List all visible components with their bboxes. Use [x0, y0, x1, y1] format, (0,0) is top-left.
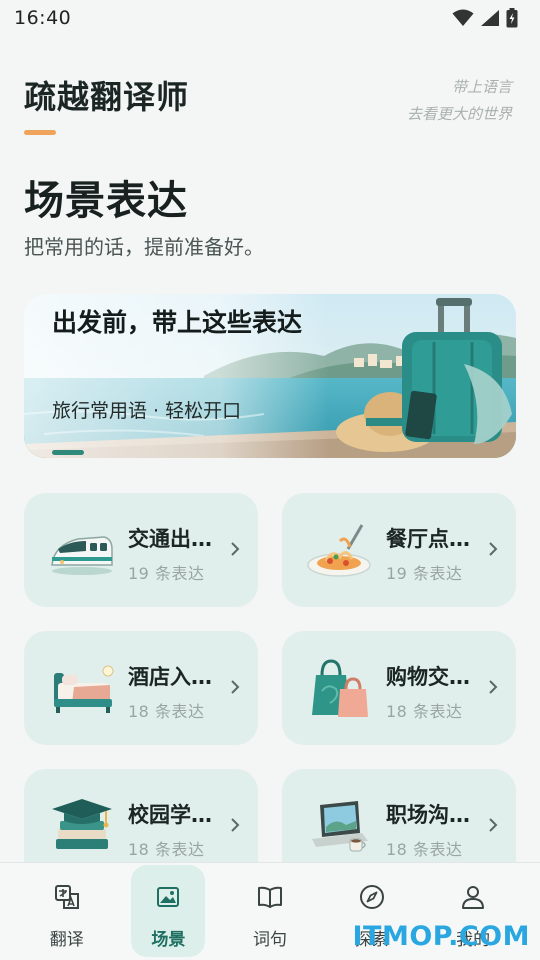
scene-title: 购物交…: [386, 665, 470, 689]
scene-card-shopping[interactable]: 购物交… 18 条表达: [282, 631, 516, 745]
pasta-icon: [307, 524, 371, 577]
slogan: 带上语言 去看更大的世界: [407, 74, 512, 128]
watermark: ITMOP.COM: [352, 921, 530, 952]
page-subtitle: 把常用的话，提前准备好。: [24, 235, 264, 259]
scene-count: 18 条表达: [386, 840, 463, 859]
wifi-icon: [452, 9, 474, 26]
banner-subtitle: 旅行常用语 · 轻松开口: [52, 400, 242, 422]
scene-card-transport[interactable]: 交通出… 19 条表达: [24, 493, 258, 607]
banner-title: 出发前，带上这些表达: [52, 308, 303, 337]
nav-label: 翻译: [49, 930, 84, 950]
image-icon: [157, 887, 180, 907]
chevron-right-icon: [231, 818, 240, 832]
slogan-line-2: 去看更大的世界: [406, 105, 512, 123]
app-title: 疏越翻译师: [24, 78, 190, 116]
shopping-bag-icon: [312, 659, 368, 717]
nav-label: 场景: [151, 930, 186, 950]
status-icons: [452, 8, 518, 28]
pager-dot-active: [52, 450, 84, 455]
chevron-right-icon: [489, 680, 498, 694]
person-icon: [462, 886, 485, 909]
nav-item-scenes[interactable]: 场景: [131, 865, 206, 957]
status-bar: 16:40: [0, 0, 540, 36]
battery-charging-icon: [506, 8, 518, 28]
nav-item-translate[interactable]: 翻译: [30, 865, 104, 957]
chevron-right-icon: [489, 542, 498, 556]
scene-title: 酒店入…: [128, 665, 212, 689]
scene-title: 交通出…: [128, 527, 212, 551]
scene-title: 职场沟…: [386, 803, 470, 827]
scene-count: 18 条表达: [386, 702, 463, 721]
scene-grid: 交通出… 19 条表达 餐厅点… 19 条表达 酒店入… 18 条表达 购物交……: [24, 493, 516, 883]
bed-icon: [54, 665, 114, 713]
chevron-right-icon: [231, 542, 240, 556]
scene-count: 18 条表达: [128, 702, 205, 721]
book-icon: [257, 886, 282, 908]
nav-label: 词句: [252, 930, 287, 950]
scene-count: 19 条表达: [386, 564, 463, 583]
scene-title: 校园学…: [128, 803, 212, 827]
slogan-line-1: 带上语言: [451, 78, 512, 96]
page-title: 场景表达: [24, 178, 188, 224]
laptop-icon: [312, 801, 368, 852]
travel-banner[interactable]: 出发前，带上这些表达 旅行常用语 · 轻松开口: [24, 294, 516, 458]
scene-card-hotel[interactable]: 酒店入… 18 条表达: [24, 631, 258, 745]
scene-count: 18 条表达: [128, 840, 205, 859]
train-icon: [51, 536, 113, 575]
scene-title: 餐厅点…: [386, 527, 470, 551]
status-time: 16:40: [14, 7, 72, 29]
cellular-signal-icon: [481, 10, 499, 26]
scene-count: 19 条表达: [128, 564, 205, 583]
nav-item-phrases[interactable]: 词句: [233, 865, 307, 957]
chevron-right-icon: [231, 680, 240, 694]
graduation-cap-icon: [52, 799, 112, 849]
chevron-right-icon: [489, 818, 498, 832]
scene-card-restaurant[interactable]: 餐厅点… 19 条表达: [282, 493, 516, 607]
compass-icon: [359, 885, 384, 909]
translate-icon: [54, 885, 79, 909]
title-accent-bar: [24, 130, 56, 135]
banner-pager: [52, 450, 84, 455]
